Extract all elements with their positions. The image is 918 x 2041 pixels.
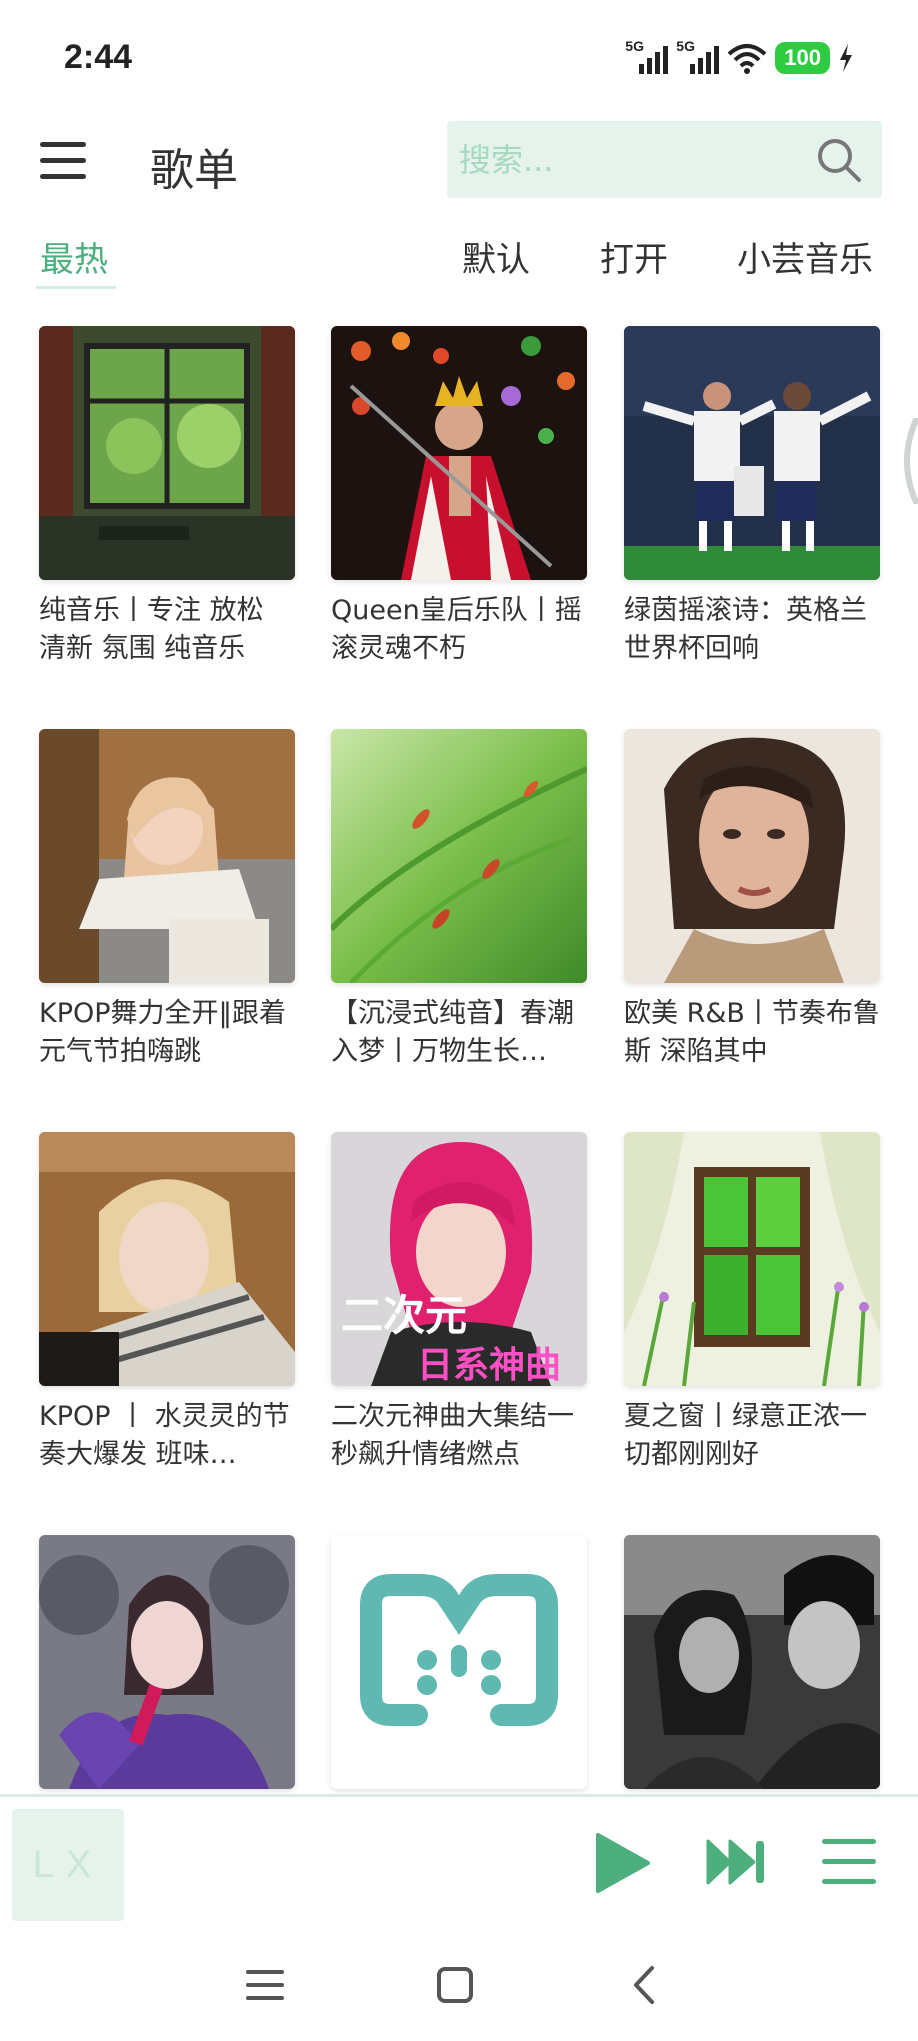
cover-text-jpop: 日系神曲 (417, 1345, 561, 1386)
playlist-title: KPOP舞力全开‖跟着元气节拍嗨跳 (39, 998, 287, 1067)
playlist-cover (39, 326, 295, 580)
home-icon[interactable] (430, 1960, 480, 2010)
playlist-cover (624, 326, 880, 580)
battery-icon: 100 (775, 42, 830, 74)
status-icons: 5G 5G 100 (625, 38, 854, 78)
playlist-card[interactable]: Queen皇后乐队丨摇滚灵魂不朽 (331, 326, 587, 668)
charging-bolt-icon (840, 44, 852, 72)
search-icon[interactable] (816, 137, 862, 183)
back-icon[interactable] (620, 1960, 670, 2010)
playlist-cover (331, 1535, 587, 1789)
now-playing-cover[interactable]: LX (12, 1809, 124, 1921)
tab-hottest[interactable]: 最热 (40, 232, 108, 281)
playlist-card[interactable]: 夏之窗丨绿意正浓一切都刚刚好 (624, 1132, 880, 1474)
search-box[interactable] (447, 121, 882, 198)
playlist-cover (39, 729, 295, 983)
playlist-cover (331, 326, 587, 580)
playlist-title: 【沉浸式纯音】春潮入梦丨万物生长… (331, 998, 574, 1067)
playlist-queue-button[interactable] (822, 1839, 876, 1885)
playlist-title: Queen皇后乐队丨摇滚灵魂不朽 (331, 595, 582, 664)
player-bar: LX (0, 1794, 918, 1921)
playlist-grid: 纯音乐丨专注 放松 清新 氛围 纯音乐 Queen皇后乐队丨摇滚灵魂不朽 绿茵摇… (0, 326, 918, 1794)
playlist-title: KPOP 丨 水灵灵的节奏大爆发 班味… (39, 1401, 290, 1470)
playlist-card[interactable]: 绿茵摇滚诗：英格兰世界杯回响 (624, 326, 880, 668)
playlist-card[interactable]: 纯音乐丨专注 放松 清新 氛围 纯音乐 (39, 326, 295, 668)
playlist-cover (624, 1535, 880, 1789)
playlist-card[interactable]: 欧美 R&B丨节奏布鲁斯 深陷其中 (624, 729, 880, 1071)
signal-5g-icon: 5G (625, 38, 669, 74)
playlist-card[interactable]: KPOP 丨 水灵灵的节奏大爆发 班味… (39, 1132, 295, 1474)
menu-button[interactable] (40, 142, 86, 180)
header: 歌单 (0, 118, 918, 202)
wifi-icon (727, 44, 767, 74)
playlist-title: 夏之窗丨绿意正浓一切都刚刚好 (624, 1401, 867, 1470)
lx-app-logo-icon (331, 1535, 587, 1789)
search-input[interactable] (459, 121, 799, 198)
cover-text-anime: 二次元 (341, 1291, 467, 1340)
playlist-cover: 二次元 日系神曲 (331, 1132, 587, 1386)
playlist-card[interactable] (331, 1535, 587, 1794)
playlist-title: 纯音乐丨专注 放松 清新 氛围 纯音乐 (39, 595, 264, 664)
playlist-card[interactable]: 【沉浸式纯音】春潮入梦丨万物生长… (331, 729, 587, 1071)
playlist-title: 二次元神曲大集结一秒飙升情绪燃点 (331, 1401, 574, 1470)
playlist-card[interactable] (624, 1535, 880, 1794)
playlist-card[interactable]: 二次元 日系神曲 二次元神曲大集结一秒飙升情绪燃点 (331, 1132, 587, 1474)
playlist-cover (331, 729, 587, 983)
page-title: 歌单 (150, 145, 238, 196)
system-nav-bar (0, 1930, 918, 2041)
status-time: 2:44 (64, 38, 133, 76)
playlist-title: 欧美 R&B丨节奏布鲁斯 深陷其中 (624, 998, 880, 1067)
playlist-cover (39, 1132, 295, 1386)
next-track-icon[interactable] (706, 1837, 768, 1887)
status-bar: 2:44 5G 5G 100 (0, 0, 918, 110)
playlist-title: 绿茵摇滚诗：英格兰世界杯回响 (624, 595, 867, 664)
tab-xiaoyun-music[interactable]: 小芸音乐 (737, 232, 873, 281)
playlist-cover (39, 1535, 295, 1789)
playlist-cover (624, 1132, 880, 1386)
tab-active-indicator (36, 286, 116, 289)
playlist-card[interactable] (39, 1535, 295, 1794)
playlist-cover (624, 729, 880, 983)
signal-5g-icon: 5G (676, 38, 720, 74)
sort-tabs: 最热 默认 打开 小芸音乐 (0, 222, 918, 292)
play-icon[interactable] (592, 1831, 652, 1895)
tab-default[interactable]: 默认 (462, 232, 530, 281)
tab-open[interactable]: 打开 (600, 232, 668, 281)
playlist-card[interactable]: KPOP舞力全开‖跟着元气节拍嗨跳 (39, 729, 295, 1071)
recent-apps-icon[interactable] (240, 1960, 290, 2010)
side-scroll-handle[interactable] (896, 418, 918, 504)
